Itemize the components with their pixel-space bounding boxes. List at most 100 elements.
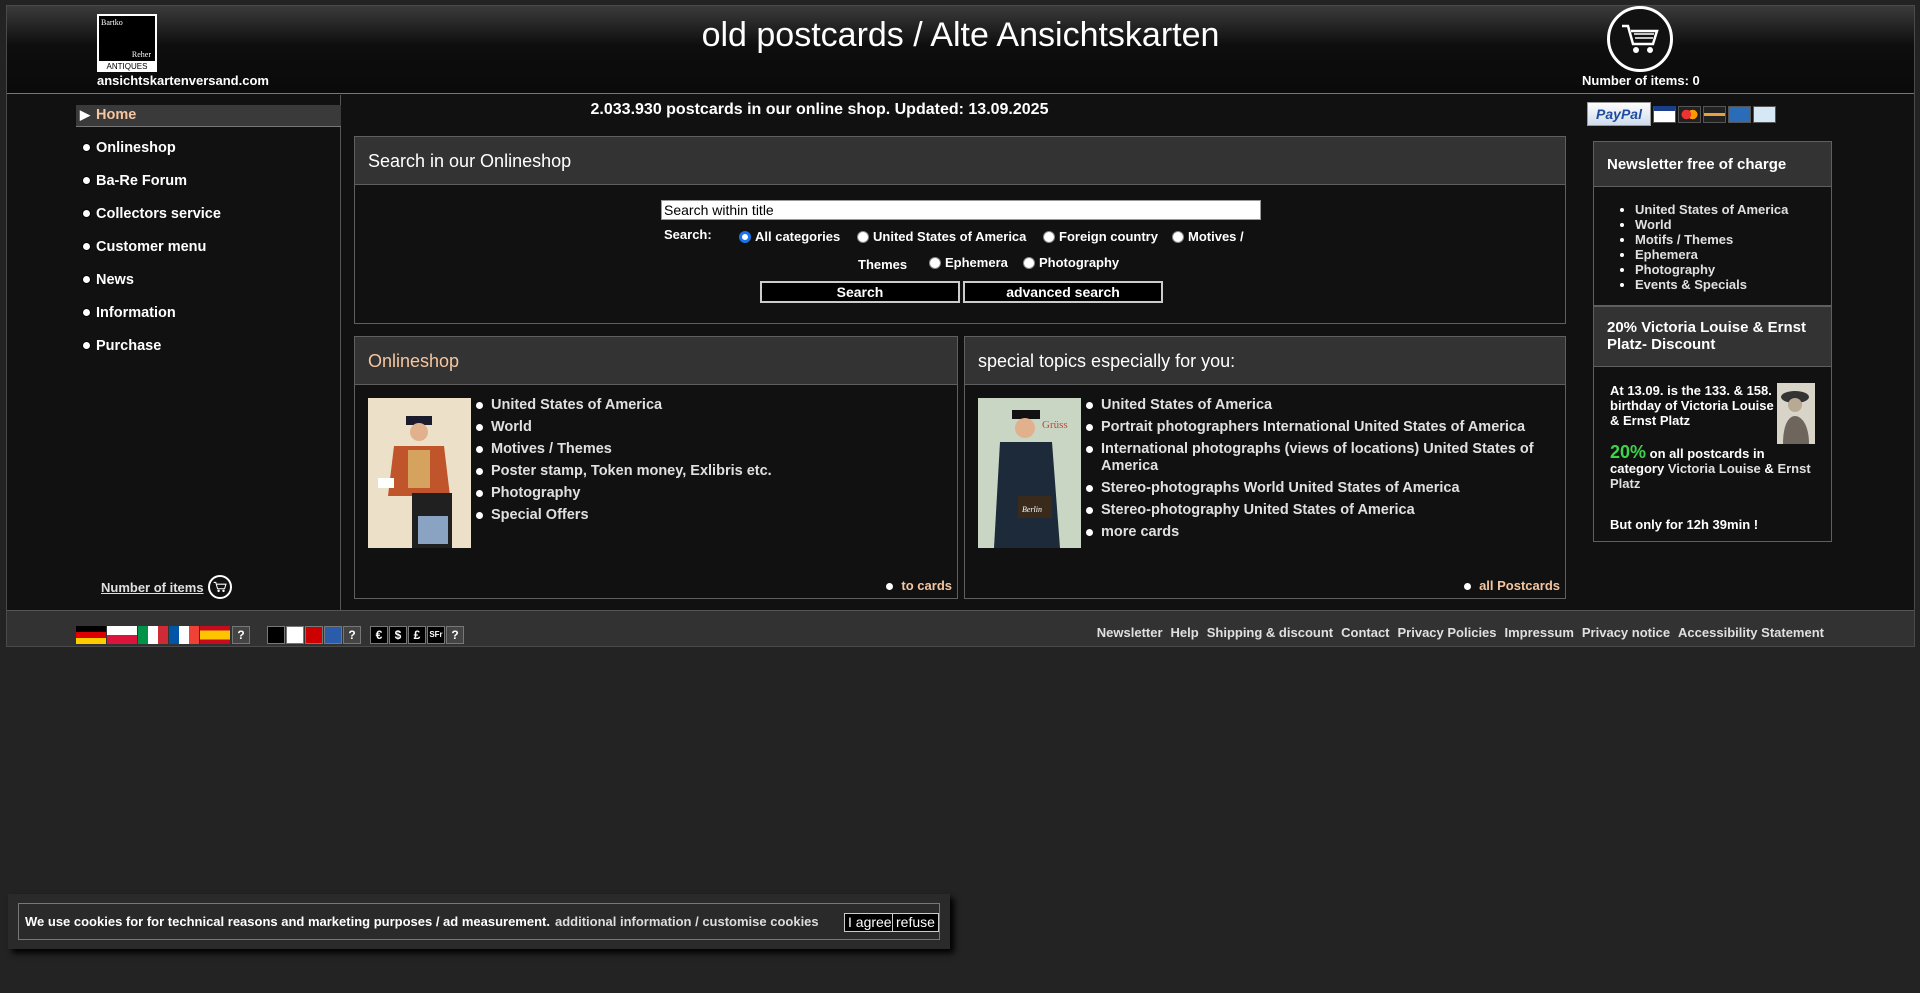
list-item: more cards [1085,524,1545,541]
footer-link-impressum[interactable]: Impressum [1505,625,1574,640]
victoria-louise-link[interactable]: Victoria Louise [1668,461,1761,476]
special-topics-title: special topics especially for you: [965,337,1565,385]
newsletter-link-motifs[interactable]: Motifs / Themes [1635,232,1733,247]
nav-item-home[interactable]: Home [76,105,341,127]
currency-help-icon[interactable]: ? [446,626,464,644]
search-label: Search: [664,227,712,242]
footer-link-privacy-notice[interactable]: Privacy notice [1582,625,1670,640]
polish-flag-icon[interactable] [107,626,137,644]
cookie-banner-inner: We use cookies for for technical reasons… [18,903,940,940]
discount-intro: At 13.09. is the 133. & 158. birthday of… [1610,383,1774,428]
link-world[interactable]: World [491,419,532,435]
cookie-agree-button[interactable]: I agree [844,913,896,932]
nav-item-customer-menu[interactable]: Customer menu [76,237,341,270]
visa-card-icon [1653,105,1676,123]
link-poster-stamp[interactable]: Poster stamp, Token money, Exlibris etc. [491,463,772,479]
color-black-swatch[interactable] [267,626,285,644]
search-input[interactable] [661,200,1261,220]
onlineshop-panel: Onlineshop United States of America Worl… [354,336,958,599]
currency-franc-button[interactable]: SFr [427,626,445,644]
radio-foreign-country[interactable]: Foreign country [1043,229,1158,244]
color-help-icon[interactable]: ? [343,626,361,644]
link-stereo-photographs-world[interactable]: Stereo-photographs World United States o… [1101,480,1460,496]
newsletter-panel: Newsletter free of charge United States … [1593,141,1832,306]
list-item: Photography [1635,262,1788,277]
newsletter-links: United States of America World Motifs / … [1635,202,1788,292]
nav-item-news[interactable]: News [76,270,341,303]
language-help-icon[interactable]: ? [232,626,250,644]
radio-selected-icon [739,230,751,243]
radio-label: Foreign country [1059,229,1158,244]
newsletter-link-events[interactable]: Events & Specials [1635,277,1747,292]
currency-dollar-button[interactable]: $ [389,626,407,644]
cookie-settings-link[interactable]: additional information / customise cooki… [555,914,819,929]
footer-link-privacy-policies[interactable]: Privacy Policies [1398,625,1497,640]
radio-icon [1172,230,1184,243]
link-portrait-photographers[interactable]: Portrait photographers International Uni… [1101,419,1525,435]
link-photography[interactable]: Photography [491,485,580,501]
newsletter-link-world[interactable]: World [1635,217,1672,232]
spanish-flag-icon[interactable] [200,626,230,644]
link-motives[interactable]: Motives / Themes [491,441,612,457]
footer-link-accessibility[interactable]: Accessibility Statement [1678,625,1824,640]
newsletter-link-usa[interactable]: United States of America [1635,202,1788,217]
footer-link-shipping[interactable]: Shipping & discount [1207,625,1333,640]
currency-pound-button[interactable]: £ [408,626,426,644]
cart-icon [1622,24,1659,53]
footer-link-contact[interactable]: Contact [1341,625,1389,640]
search-button[interactable]: Search [760,281,960,303]
link-stereo-photography-usa[interactable]: Stereo-photography United States of Amer… [1101,502,1415,518]
ampersand: & [1764,461,1774,476]
color-blue-swatch[interactable] [324,626,342,644]
to-cards-link[interactable]: to cards [886,578,952,593]
postcard-title-text: Grüss [1042,419,1068,431]
link-special-offers[interactable]: Special Offers [491,507,589,523]
discount-panel: 20% Victoria Louise & Ernst Platz- Disco… [1593,306,1832,542]
radio-all-categories[interactable]: All categories [739,229,840,244]
nav-item-onlineshop[interactable]: Onlineshop [76,138,341,171]
footer-link-help[interactable]: Help [1171,625,1199,640]
special-topics-panel: special topics especially for you: Grüss… [964,336,1566,599]
french-flag-icon[interactable] [169,626,199,644]
header: Bartko Reher ANTIQUES ansichtskartenvers… [7,6,1914,94]
link-more-cards[interactable]: more cards [1101,524,1179,540]
radio-motives-label-2: Themes [858,257,908,272]
radio-icon [1043,230,1055,243]
newsletter-link-ephemera[interactable]: Ephemera [1635,247,1698,262]
list-item: United States of America [1085,397,1545,414]
radio-label: United States of America [873,229,1027,244]
nav-item-information[interactable]: Information [76,303,341,336]
link-usa[interactable]: United States of America [1101,397,1272,413]
cookie-refuse-button[interactable]: refuse [892,913,939,932]
nav-item-forum[interactable]: Ba-Re Forum [76,171,341,204]
payment-methods: PayPal [1587,102,1776,126]
radio-photography[interactable]: Photography [1023,255,1119,270]
radio-usa[interactable]: United States of America [857,229,1026,244]
cart-button[interactable] [1607,6,1673,72]
list-item: World [1635,217,1788,232]
radio-motives[interactable]: Motives / [1172,229,1244,244]
discount-timer: But only for 12h 39min ! [1610,517,1759,532]
footer-link-newsletter[interactable]: Newsletter [1097,625,1163,640]
mastercard-icon [1678,105,1701,123]
advanced-search-button[interactable]: advanced search [963,281,1163,303]
radio-ephemera[interactable]: Ephemera [929,255,1008,270]
radio-label: Photography [1039,255,1120,270]
paypal-logo: PayPal [1587,102,1651,126]
nav-item-purchase[interactable]: Purchase [76,336,341,369]
newsletter-link-photography[interactable]: Photography [1635,262,1715,277]
link-usa[interactable]: United States of America [491,397,662,413]
all-postcards-link[interactable]: all Postcards [1464,578,1560,593]
number-of-items-link[interactable]: Number of items [101,575,232,599]
german-flag-icon[interactable] [76,626,106,644]
color-red-swatch[interactable] [305,626,323,644]
onlineshop-title: Onlineshop [355,337,957,385]
color-white-swatch[interactable] [286,626,304,644]
currency-euro-button[interactable]: € [370,626,388,644]
list-item: Poster stamp, Token money, Exlibris etc. [475,463,772,480]
portrait-photo [1777,383,1815,444]
page-frame: Bartko Reher ANTIQUES ansichtskartenvers… [6,5,1915,647]
italian-flag-icon[interactable] [138,626,168,644]
link-international-photographs[interactable]: International photographs (views of loca… [1101,441,1534,474]
nav-item-collectors-service[interactable]: Collectors service [76,204,341,237]
